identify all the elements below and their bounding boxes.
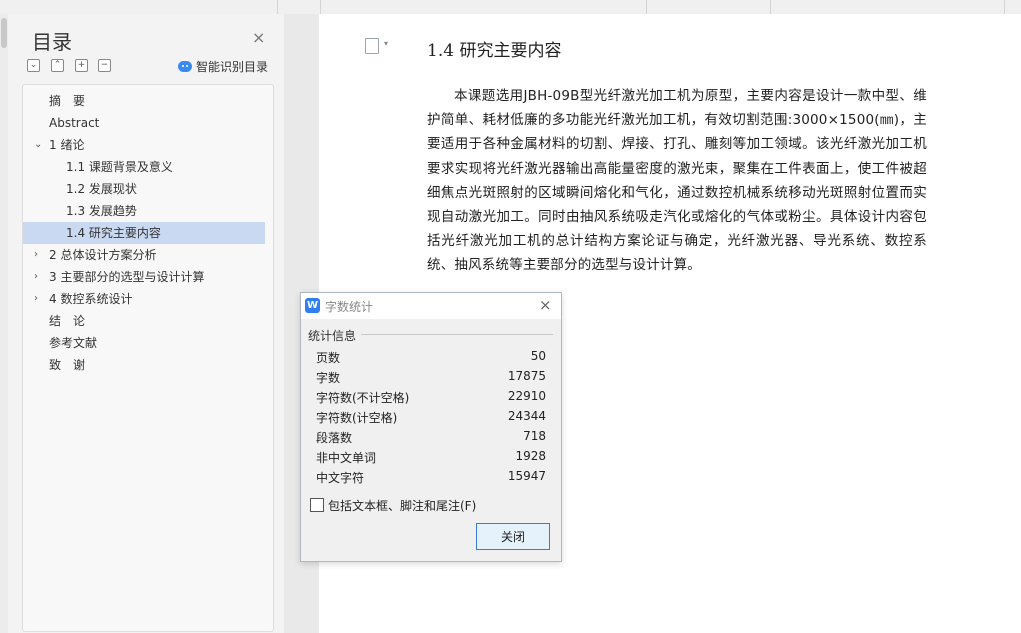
toc-sidebar: 目录 × ⌄ ⌃ + − 智能识别目录 摘 要 Abstract ⌄ 1 绪论 1.1 … <box>0 14 284 633</box>
stat-value: 24344 <box>507 409 546 423</box>
sidebar-scrollbar[interactable] <box>0 14 8 633</box>
ruler-tick <box>770 0 771 14</box>
stat-row: 字符数(计空格) 24344 <box>316 409 546 429</box>
stat-label: 页数 <box>316 351 341 365</box>
toc-item-label: 致 谢 <box>49 358 86 372</box>
expand-all-icon[interactable]: ⌃ <box>51 59 64 72</box>
toc-item-label: 1.4 研究主要内容 <box>66 226 161 240</box>
stat-label: 字数 <box>316 371 341 385</box>
toc-item-label: 1 绪论 <box>49 138 85 152</box>
ai-recognize-toc-label: 智能识别目录 <box>196 60 269 74</box>
chevron-right-icon[interactable]: › <box>34 266 46 288</box>
toc-item[interactable]: 参考文献 <box>23 332 265 354</box>
stats-section-label: 统计信息 <box>308 329 357 343</box>
toc-list: 摘 要 Abstract ⌄ 1 绪论 1.1 课题背景及意义 1.2 发展现状 1.3 发… <box>22 84 274 632</box>
ruler-tick <box>320 0 321 14</box>
toc-item[interactable]: 摘 要 <box>23 90 265 112</box>
dialog-titlebar[interactable]: W 字数统计 × <box>301 293 561 319</box>
stat-value: 22910 <box>507 389 546 403</box>
ai-robot-icon <box>178 61 192 72</box>
toc-item-label: 4 数控系统设计 <box>49 292 133 306</box>
wps-app-icon: W <box>305 298 320 313</box>
toc-item[interactable]: 1.2 发展现状 <box>23 178 265 200</box>
toc-item[interactable]: › 3 主要部分的选型与设计计算 <box>23 266 265 288</box>
stat-value: 1928 <box>515 449 546 463</box>
include-textbox-checkbox[interactable] <box>310 498 324 512</box>
ruler-tick <box>277 0 278 14</box>
body-paragraph: 本课题选用JBH-09B型光纤激光加工机为原型，主要内容是设计一款中型、维护简单… <box>427 88 927 274</box>
toc-item[interactable]: Abstract <box>23 112 265 134</box>
sidebar-title: 目录 <box>32 30 72 54</box>
section-heading: 1.4 研究主要内容 <box>427 41 562 61</box>
ruler-tick <box>646 0 647 14</box>
stat-value: 718 <box>523 429 546 443</box>
collapse-all-icon[interactable]: ⌄ <box>27 59 40 72</box>
toc-item-label: 1.1 课题背景及意义 <box>66 160 173 174</box>
chevron-right-icon[interactable]: › <box>34 244 46 266</box>
add-heading-icon[interactable]: + <box>75 59 88 72</box>
toc-item[interactable]: 1.1 课题背景及意义 <box>23 156 265 178</box>
stat-value: 50 <box>530 349 546 363</box>
stat-label: 字符数(不计空格) <box>316 391 410 405</box>
stat-row: 页数 50 <box>316 349 546 369</box>
toc-item-label: Abstract <box>49 116 100 130</box>
close-icon[interactable]: × <box>539 296 552 314</box>
ai-recognize-toc-button[interactable]: 智能识别目录 <box>178 58 268 75</box>
word-count-dialog: W 字数统计 × 统计信息 包括文本框、脚注和尾注(F) 关闭 页数 50 字数 17… <box>300 292 562 562</box>
toc-item[interactable]: 致 谢 <box>23 354 265 376</box>
toc-item-label: 参考文献 <box>49 336 98 350</box>
chevron-right-icon[interactable]: › <box>34 288 46 310</box>
dialog-title: 字数统计 <box>325 300 374 314</box>
close-icon[interactable]: × <box>252 30 265 46</box>
toc-item-label: 1.3 发展趋势 <box>66 204 137 218</box>
stat-row: 段落数 718 <box>316 429 546 449</box>
toc-item[interactable]: 1.3 发展趋势 <box>23 200 265 222</box>
stat-label: 中文字符 <box>316 471 365 485</box>
toc-item[interactable]: › 4 数控系统设计 <box>23 288 265 310</box>
stat-value: 15947 <box>507 469 546 483</box>
stat-row: 字符数(不计空格) 22910 <box>316 389 546 409</box>
document-icon[interactable] <box>365 38 379 54</box>
sidebar-scroll-thumb[interactable] <box>1 18 7 48</box>
stat-label: 字符数(计空格) <box>316 411 398 425</box>
toc-item[interactable]: › 2 总体设计方案分析 <box>23 244 265 266</box>
chevron-down-icon[interactable]: ⌄ <box>34 134 46 156</box>
stat-row: 字数 17875 <box>316 369 546 389</box>
chevron-down-icon[interactable]: ▾ <box>384 39 388 48</box>
toc-item-label: 3 主要部分的选型与设计计算 <box>49 270 205 284</box>
ruler-tick <box>1004 0 1005 14</box>
toc-item-label: 2 总体设计方案分析 <box>49 248 157 262</box>
stat-label: 段落数 <box>316 431 353 445</box>
top-ruler-strip <box>0 0 1021 15</box>
toc-item[interactable]: ⌄ 1 绪论 <box>23 134 265 156</box>
stat-value: 17875 <box>507 369 546 383</box>
section-divider <box>361 334 553 335</box>
toc-item-label: 结 论 <box>49 314 86 328</box>
include-textbox-label[interactable]: 包括文本框、脚注和尾注(F) <box>328 497 476 514</box>
stat-row: 中文字符 15947 <box>316 469 546 489</box>
close-button[interactable]: 关闭 <box>476 523 550 550</box>
toc-item[interactable]: 结 论 <box>23 310 265 332</box>
stat-label: 非中文单词 <box>316 451 377 465</box>
remove-heading-icon[interactable]: − <box>98 59 111 72</box>
toc-item-label: 1.2 发展现状 <box>66 182 137 196</box>
toc-item[interactable]: 1.4 研究主要内容 <box>23 222 265 244</box>
toc-item-label: 摘 要 <box>49 94 86 108</box>
stat-row: 非中文单词 1928 <box>316 449 546 469</box>
